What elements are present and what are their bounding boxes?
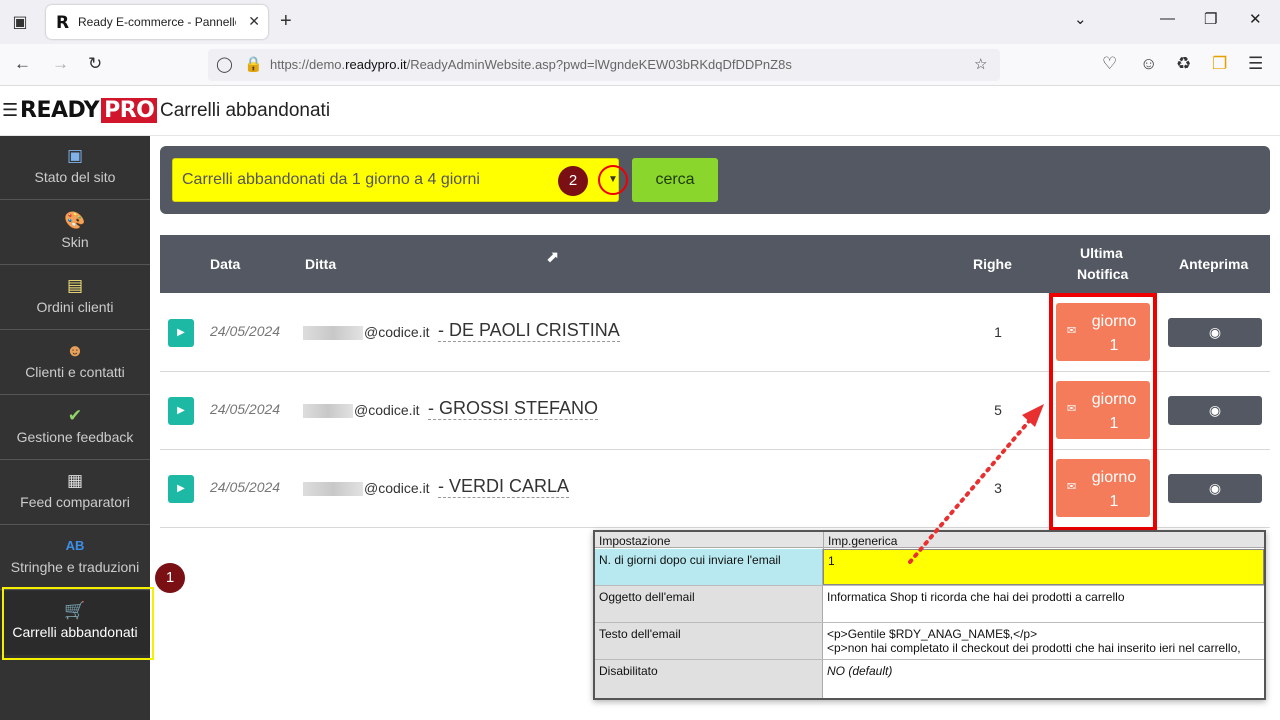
sidebar-item-stringhe[interactable]: AB Stringhe e traduzioni [0, 526, 150, 590]
settings-row-giorni[interactable]: N. di giorni dopo cui inviare l'email 1 [595, 549, 1264, 586]
close-tab-icon[interactable]: ✕ [248, 13, 260, 30]
close-window-icon[interactable]: ✕ [1249, 10, 1262, 28]
sidebar-item-ordini[interactable]: ▤ Ordini clienti [0, 266, 150, 330]
url-text: https://demo.readypro.it/ReadyAdminWebsi… [270, 57, 792, 72]
feedback-icon: ✔ [67, 406, 83, 425]
table-header: Data Ditta Righe Ultima Notifica Antepri… [160, 235, 1270, 293]
menu-icon[interactable]: ☰ [1248, 54, 1263, 74]
settings-row-testo[interactable]: Testo dell'email <p>Gentile $RDY_ANAG_NA… [595, 623, 1264, 660]
col-righe: Righe [973, 256, 1012, 272]
col-notifica: Notifica [1077, 266, 1129, 282]
preview-button[interactable]: ◉ [1168, 318, 1262, 347]
row-email: @codice.it [303, 480, 430, 497]
translate-icon: AB [65, 538, 85, 553]
settings-header: Impostazione Imp.generica [595, 532, 1264, 550]
new-tab-icon[interactable]: + [280, 10, 292, 33]
shield-icon[interactable]: ◯ [216, 55, 233, 73]
address-bar[interactable]: ◯ 🔒 https://demo.readypro.it/ReadyAdminW… [208, 49, 1000, 81]
settings-row-disabilitato[interactable]: Disabilitato NO (default) [595, 660, 1264, 698]
sidebar-item-feedback[interactable]: ✔ Gestione feedback [0, 396, 150, 460]
sidebar-item-skin[interactable]: 🎨 Skin [0, 201, 150, 265]
readypro-favicon-icon: R [56, 13, 70, 33]
row-customer-name[interactable]: - DE PAOLI CRISTINA [438, 320, 620, 342]
step-badge-2: 2 [558, 166, 588, 196]
tab-overflow-chevron-icon[interactable]: ⌄ [1074, 10, 1087, 28]
row-customer-name[interactable]: - VERDI CARLA [438, 476, 570, 498]
extensions-icon[interactable]: ♻ [1176, 54, 1191, 74]
period-select[interactable]: Carrelli abbandonati da 1 giorno a 4 gio… [172, 158, 628, 202]
browser-tabbar: ▣ R Ready E-commerce - Pannello ✕ + ⌄ — … [0, 0, 1280, 44]
reload-icon[interactable]: ↻ [88, 54, 102, 74]
col-ditta: Ditta [305, 256, 337, 272]
preview-button[interactable]: ◉ [1168, 396, 1262, 425]
sidebar-item-clienti[interactable]: ☻ Clienti e contatti [0, 331, 150, 395]
search-button[interactable]: cerca [632, 158, 718, 202]
tab-list-icon[interactable]: ▣ [10, 12, 30, 32]
step-badge-1: 1 [155, 563, 185, 593]
forward-icon[interactable]: → [52, 54, 69, 74]
eye-icon: ◉ [1208, 480, 1222, 496]
palette-icon: 🎨 [64, 211, 86, 230]
account-icon[interactable]: ☺ [1140, 54, 1157, 74]
minimize-icon[interactable]: — [1160, 10, 1175, 27]
bookmark-star-icon[interactable]: ☆ [974, 55, 987, 73]
browser-tab[interactable]: R Ready E-commerce - Pannello ✕ [46, 5, 268, 39]
filter-panel: Carrelli abbandonati da 1 giorno a 4 gio… [160, 146, 1270, 214]
site-status-icon: ▣ [66, 146, 84, 165]
preview-button[interactable]: ◉ [1168, 474, 1262, 503]
eye-icon: ◉ [1208, 402, 1222, 418]
restore-icon[interactable]: ❐ [1204, 10, 1217, 28]
settings-row-oggetto[interactable]: Oggetto dell'email Informatica Shop ti r… [595, 586, 1264, 623]
sidebar-highlight-box [2, 587, 154, 660]
page-title: Carrelli abbandonati [160, 100, 331, 121]
row-email: @codice.it [303, 402, 420, 419]
expand-row-icon[interactable]: ▶ [168, 397, 194, 425]
col-anteprima: Anteprima [1179, 256, 1249, 272]
giorni-input[interactable]: 1 [823, 549, 1264, 585]
back-icon[interactable]: ← [14, 54, 31, 74]
chevron-down-icon[interactable]: ▼ [598, 165, 628, 195]
eye-icon: ◉ [1208, 324, 1222, 340]
readypro-logo: READY PRO [20, 96, 158, 124]
hamburger-menu-icon[interactable]: ☰ [2, 100, 18, 121]
orders-icon: ▤ [66, 276, 84, 295]
notification-highlight-box [1049, 293, 1157, 531]
pocket-icon[interactable]: ♡ [1102, 54, 1117, 74]
sidebar-item-stato-sito[interactable]: ▣ Stato del sito [0, 136, 150, 200]
expand-row-icon[interactable]: ▶ [168, 475, 194, 503]
lock-icon[interactable]: 🔒 [244, 55, 263, 73]
browser-navbar: ← → ↻ ◯ 🔒 https://demo.readypro.it/Ready… [0, 44, 1280, 86]
period-select-value: Carrelli abbandonati da 1 giorno a 4 gio… [182, 171, 480, 188]
row-customer-name[interactable]: - GROSSI STEFANO [428, 398, 599, 420]
col-data: Data [210, 256, 241, 272]
sidebar-item-feed[interactable]: ▦ Feed comparatori [0, 461, 150, 525]
col-ultima: Ultima [1080, 245, 1123, 261]
mouse-cursor-icon: ⬈ [546, 249, 560, 266]
app-header: ☰ READY PRO Carrelli abbandonati [0, 86, 1280, 136]
multi-account-icon[interactable]: ❐ [1212, 54, 1227, 74]
row-email: @codice.it [303, 324, 430, 341]
tab-title: Ready E-commerce - Pannello [78, 15, 236, 29]
expand-row-icon[interactable]: ▶ [168, 319, 194, 347]
contacts-icon: ☻ [66, 341, 84, 360]
settings-table: Impostazione Imp.generica N. di giorni d… [593, 530, 1266, 700]
grid-icon: ▦ [66, 471, 84, 490]
